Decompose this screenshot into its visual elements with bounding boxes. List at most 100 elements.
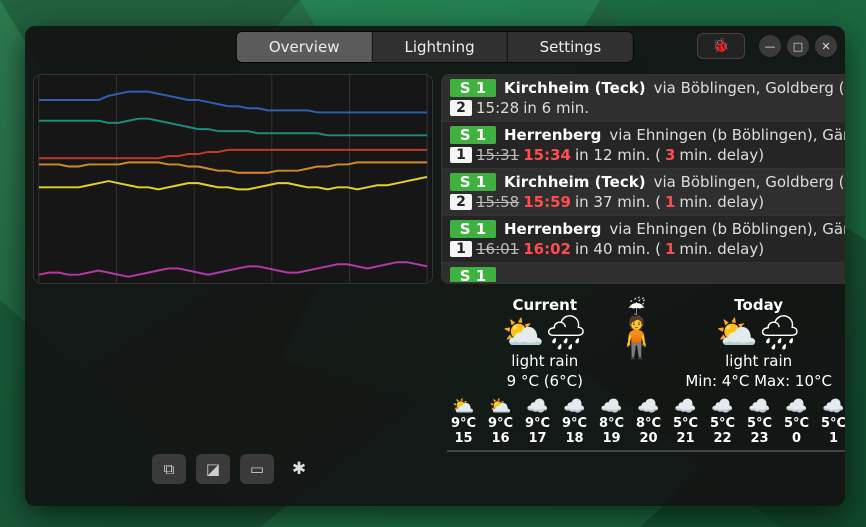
tray-button-1[interactable]: ⧉ <box>152 454 186 484</box>
forecast-icon: ☁️ <box>822 398 844 416</box>
platform-badge: 1 <box>450 147 472 163</box>
tab-lightning[interactable]: Lightning <box>372 32 507 62</box>
forecast-temp: 9°C <box>562 416 587 431</box>
forecast-cell: ☁️9°C18 <box>558 398 591 446</box>
bottom-tray: ⧉ ◪ ▭ ✱ <box>33 292 433 498</box>
departure-row[interactable]: S 1Herrenberg via Ehningen (b Böblingen)… <box>442 216 845 263</box>
forecast-hour: 23 <box>750 431 768 446</box>
forecast-temp: 9°C <box>525 416 550 431</box>
actual-time: 15:34 <box>523 146 571 164</box>
forecast-icon: ⛅ <box>452 398 474 416</box>
forecast-temp: 8°C <box>599 416 624 431</box>
forecast-icon: ☁️ <box>711 398 733 416</box>
forecast-temp: 5°C <box>710 416 735 431</box>
planned-time: 16:01 <box>476 240 519 258</box>
forecast-temp: 5°C <box>747 416 772 431</box>
brightness-icon[interactable]: ✱ <box>284 454 314 484</box>
forecast-cell: ☁️9°C17 <box>521 398 554 446</box>
weather-summary: Current ⛅🌧 light rain 9 °C (6°C) ☔ 🧍 Tod… <box>441 296 845 390</box>
tray-button-3[interactable]: ▭ <box>240 454 274 484</box>
forecast-hour: 0 <box>792 431 801 446</box>
window-controls: 🐞 — □ ✕ <box>697 33 837 59</box>
weather-today-icon: ⛅🌧 <box>716 316 802 350</box>
forecast-cell: ☁️5°C22 <box>706 398 739 446</box>
tab-group: Overview Lightning Settings <box>236 31 634 63</box>
maximize-button[interactable]: □ <box>787 35 809 57</box>
weather-today-heading: Today <box>734 296 783 314</box>
sensor-graph <box>34 75 432 283</box>
forecast-hour: 1 <box>829 431 838 446</box>
relative-time: in 6 min. <box>523 99 589 117</box>
delay-value: 3 <box>665 146 675 164</box>
sensor-graph-panel <box>33 74 433 284</box>
departure-row[interactable]: S 1 Herrenberg via Ehningen (b Böblingen)… <box>442 122 845 169</box>
forecast-hour: 16 <box>491 431 509 446</box>
destination: Herrenberg <box>504 220 601 238</box>
forecast-icon: ☁️ <box>637 398 659 416</box>
forecast-hour: 19 <box>602 431 620 446</box>
tray-button-2[interactable]: ◪ <box>196 454 230 484</box>
tab-overview[interactable]: Overview <box>237 32 373 62</box>
weather-current-col: Current ⛅🌧 light rain 9 °C (6°C) <box>502 296 588 390</box>
person-icon: 🧍 <box>612 318 662 358</box>
weather-current-temp: 9 °C (6°C) <box>507 372 583 390</box>
bug-button[interactable]: 🐞 <box>697 33 745 59</box>
forecast-temp: 5°C <box>784 416 809 431</box>
forecast-hour: 20 <box>639 431 657 446</box>
via-text: via Böblingen, Goldberg (W… <box>654 79 845 97</box>
destination: Kirchheim (Teck) <box>504 173 646 191</box>
delay-value: 1 <box>665 193 675 211</box>
delay-suffix: min. delay) <box>679 240 764 258</box>
forecast-row[interactable]: ⛅9°C15⛅9°C16☁️9°C17☁️9°C18☁️8°C19☁️8°C20… <box>447 396 845 452</box>
planned-time: 15:58 <box>476 193 519 211</box>
via-text: via Ehningen (b Böblingen), Gärtr… <box>609 126 845 144</box>
forecast-temp: 9°C <box>451 416 476 431</box>
forecast-cell: ☁️8°C20 <box>632 398 665 446</box>
forecast-hour: 22 <box>713 431 731 446</box>
forecast-cell: ☁️8°C19 <box>595 398 628 446</box>
tab-settings[interactable]: Settings <box>508 32 634 62</box>
delay-suffix: min. delay) <box>679 146 764 164</box>
close-button[interactable]: ✕ <box>815 35 837 57</box>
platform-badge: 2 <box>450 194 472 210</box>
minimize-button[interactable]: — <box>759 35 781 57</box>
via-text: via Ehningen (b Böblingen), Gärtr… <box>609 220 845 238</box>
relative-time: in 37 min. ( <box>575 193 661 211</box>
planned-time: 15:28 <box>476 99 519 117</box>
forecast-icon: ☁️ <box>674 398 696 416</box>
forecast-scroll-indicator <box>447 450 547 452</box>
actual-time: 15:59 <box>523 193 571 211</box>
forecast-icon: ☁️ <box>600 398 622 416</box>
forecast-hour: 18 <box>565 431 583 446</box>
forecast-icon: ☁️ <box>563 398 585 416</box>
relative-time: in 40 min. ( <box>575 240 661 258</box>
departures-panel[interactable]: S 1 Kirchheim (Teck) via Böblingen, Goldb… <box>441 74 845 284</box>
forecast-temp: 5°C <box>673 416 698 431</box>
relative-time: in 12 min. ( <box>575 146 661 164</box>
titlebar: Overview Lightning Settings 🐞 — □ ✕ <box>25 26 845 66</box>
departure-row[interactable]: S 1Kirchheim (Teck) via Böblingen, Goldb… <box>442 75 845 122</box>
dashboard-window: Overview Lightning Settings 🐞 — □ ✕ S 1 K… <box>25 26 845 506</box>
forecast-hour: 15 <box>454 431 472 446</box>
departure-row[interactable]: S 1 <box>442 263 845 283</box>
departure-row[interactable]: S 1Kirchheim (Teck) via Böblingen, Goldb… <box>442 169 845 216</box>
forecast-cell: ⛅9°C15 <box>447 398 480 446</box>
weather-today-range: Min: 4°C Max: 10°C <box>685 372 832 390</box>
forecast-cell: ☁️5°C1 <box>817 398 845 446</box>
weather-today-col: Today ⛅🌧 light rain Min: 4°C Max: 10°C <box>685 296 832 390</box>
line-badge: S 1 <box>450 79 496 97</box>
weather-clothing-icon: ☔ 🧍 <box>612 298 662 358</box>
forecast-icon: ☁️ <box>748 398 770 416</box>
forecast-cell: ☁️5°C0 <box>780 398 813 446</box>
forecast-hour: 17 <box>528 431 546 446</box>
forecast-temp: 5°C <box>821 416 845 431</box>
destination: Herrenberg <box>504 126 601 144</box>
weather-panel: Current ⛅🌧 light rain 9 °C (6°C) ☔ 🧍 Tod… <box>441 292 845 498</box>
forecast-hour: 21 <box>676 431 694 446</box>
line-badge: S 1 <box>450 126 496 144</box>
via-text: via Böblingen, Goldberg (W… <box>654 173 845 191</box>
forecast-icon: ☁️ <box>526 398 548 416</box>
weather-current-icon: ⛅🌧 <box>502 316 588 350</box>
forecast-cell: ☁️5°C23 <box>743 398 776 446</box>
forecast-temp: 9°C <box>488 416 513 431</box>
